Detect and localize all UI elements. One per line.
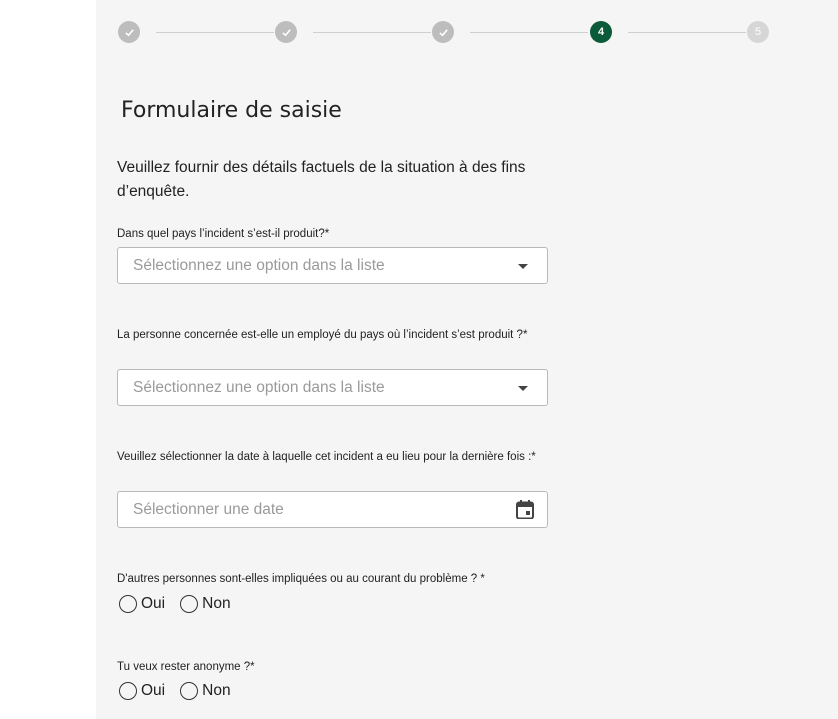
- progress-stepper: 4 5: [118, 21, 778, 43]
- check-icon: [124, 28, 134, 36]
- others-label: D'autres personnes sont-elles impliquées…: [117, 573, 485, 585]
- page-title: Formulaire de saisie: [121, 98, 342, 123]
- others-no-radio[interactable]: Non: [180, 595, 231, 613]
- radio-label: Oui: [141, 595, 166, 612]
- step-connector: [628, 31, 746, 33]
- country-placeholder: Sélectionnez une option dans la liste: [133, 257, 385, 274]
- date-label: Veuillez sélectionner la date à laquelle…: [117, 451, 536, 463]
- country-select[interactable]: Sélectionnez une option dans la liste: [117, 247, 548, 284]
- step-5-upcoming[interactable]: 5: [747, 21, 769, 43]
- anonymous-label: Tu veux rester anonyme ?*: [117, 661, 255, 673]
- employee-label: La personne concernée est-elle un employ…: [117, 329, 528, 341]
- radio-circle-icon[interactable]: [180, 595, 199, 613]
- step-3-done[interactable]: [432, 21, 454, 43]
- others-yes-radio[interactable]: Oui: [119, 595, 165, 613]
- radio-circle-icon[interactable]: [119, 682, 137, 700]
- step-connector: [470, 31, 588, 33]
- step-2-done[interactable]: [275, 21, 297, 43]
- check-icon: [281, 28, 291, 36]
- date-field[interactable]: Sélectionner une date: [117, 491, 548, 528]
- step-1-done[interactable]: [118, 21, 140, 43]
- employee-select[interactable]: Sélectionnez une option dans la liste: [117, 369, 548, 406]
- step-connector: [313, 31, 431, 33]
- chevron-down-icon: [518, 386, 528, 391]
- calendar-icon[interactable]: [516, 500, 534, 519]
- radio-circle-icon[interactable]: [180, 682, 199, 700]
- employee-placeholder: Sélectionnez une option dans la liste: [133, 379, 385, 396]
- step-connector: [156, 31, 274, 33]
- radio-circle-icon[interactable]: [119, 595, 137, 613]
- anonymous-yes-radio[interactable]: Oui: [119, 682, 165, 700]
- intro-text: Veuillez fournir des détails factuels de…: [117, 159, 526, 200]
- anonymous-radio-group: Oui Non: [119, 680, 246, 702]
- radio-label: Non: [202, 595, 231, 612]
- radio-label: Non: [202, 682, 231, 699]
- check-icon: [438, 28, 448, 36]
- country-label: Dans quel pays l’incident s’est-il produ…: [117, 228, 330, 240]
- anonymous-no-radio[interactable]: Non: [180, 682, 231, 700]
- date-placeholder: Sélectionner une date: [133, 501, 284, 518]
- chevron-down-icon: [518, 264, 528, 269]
- step-4-active[interactable]: 4: [590, 21, 612, 43]
- others-radio-group: Oui Non: [119, 593, 246, 615]
- radio-label: Oui: [141, 682, 166, 699]
